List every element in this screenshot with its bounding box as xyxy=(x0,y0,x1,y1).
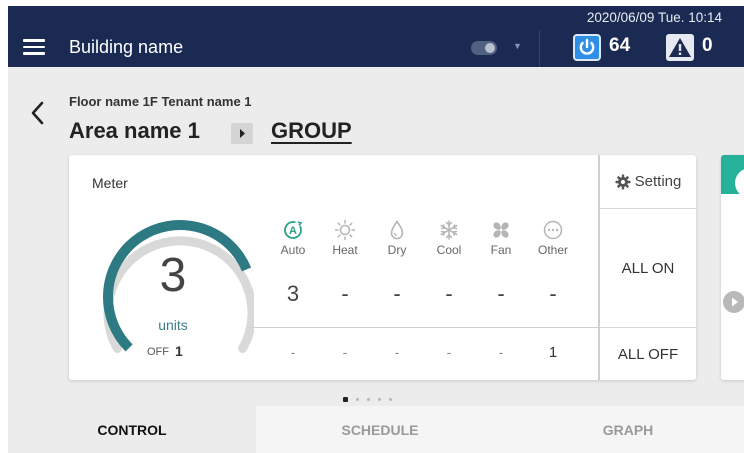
mode-label: Dry xyxy=(387,243,407,257)
mode-on-count: - xyxy=(341,281,349,306)
bottom-tabs: CONTROL SCHEDULE GRAPH xyxy=(8,406,744,453)
setting-button[interactable]: Setting xyxy=(600,155,696,208)
mode-dry: Dry xyxy=(374,219,420,257)
gear-icon xyxy=(615,174,631,189)
next-card-preview[interactable] xyxy=(721,155,744,380)
meter-title: Meter xyxy=(92,175,128,191)
header-divider xyxy=(539,30,540,67)
mode-label: Auto xyxy=(280,243,306,257)
power-icon[interactable] xyxy=(573,34,601,61)
datetime-display: 2020/06/09 Tue. 10:14 xyxy=(586,10,722,25)
chevron-down-icon[interactable]: ▼ xyxy=(513,41,522,51)
mode-label: Cool xyxy=(436,243,462,257)
building-name: Building name xyxy=(69,37,184,57)
mode-off-count: - xyxy=(290,344,296,360)
warning-icon[interactable] xyxy=(666,34,694,61)
page-dot[interactable] xyxy=(343,396,348,402)
app-window: 2020/06/09 Tue. 10:14 Building name ▼ 64… xyxy=(8,6,744,453)
caret-right-icon[interactable] xyxy=(231,123,253,144)
mode-fan: Fan xyxy=(478,219,524,257)
tab-control[interactable]: CONTROL xyxy=(8,406,256,453)
mode-on-count: 3 xyxy=(286,281,300,306)
display-toggle[interactable] xyxy=(471,41,497,55)
top-header: 2020/06/09 Tue. 10:14 Building name ▼ 64… xyxy=(8,6,744,67)
page-dot[interactable] xyxy=(367,397,370,401)
page-dot[interactable] xyxy=(356,397,359,401)
power-on-count: 64 xyxy=(609,35,631,56)
mode-on-count: - xyxy=(445,281,453,306)
setting-label: Setting xyxy=(634,173,682,190)
off-count: 1 xyxy=(175,343,183,359)
meter-card: Meter 3 units OFF 1 A Auto Heat Dry Cool… xyxy=(69,155,696,380)
mode-cool: Cool xyxy=(426,219,472,257)
alert-count: 0 xyxy=(702,35,713,56)
row-divider xyxy=(249,327,598,328)
svg-text:A: A xyxy=(289,225,297,237)
back-chevron-icon[interactable] xyxy=(29,100,47,126)
page-dot[interactable] xyxy=(378,397,381,401)
tab-schedule[interactable]: SCHEDULE xyxy=(256,406,504,453)
mode-heat: Heat xyxy=(322,219,368,257)
mode-auto: A Auto xyxy=(270,219,316,257)
next-card-header xyxy=(721,155,744,198)
mode-on-count: - xyxy=(393,281,401,306)
all-off-button[interactable]: ALL OFF xyxy=(600,328,696,380)
all-on-button[interactable]: ALL ON xyxy=(600,209,696,327)
fan-icon xyxy=(493,222,509,238)
mode-on-count: - xyxy=(549,281,557,306)
off-label: OFF xyxy=(147,346,169,358)
ellipsis-circle-icon xyxy=(543,220,563,240)
page-dot[interactable] xyxy=(389,397,392,401)
area-name-title: Area name 1 xyxy=(69,118,200,143)
snowflake-icon xyxy=(440,220,458,240)
sun-icon xyxy=(334,219,356,241)
mode-off-count: - xyxy=(446,344,452,360)
auto-mode-icon: A xyxy=(284,221,303,239)
mode-off-count: - xyxy=(342,344,348,360)
mode-label: Heat xyxy=(332,243,358,257)
floor-tenant-label: Floor name 1F Tenant name 1 xyxy=(69,94,252,109)
units-label: units xyxy=(158,317,188,333)
page-indicator xyxy=(343,396,392,402)
mode-other: Other xyxy=(530,219,576,257)
droplet-icon xyxy=(390,220,404,240)
tab-graph[interactable]: GRAPH xyxy=(504,406,744,453)
mode-label: Fan xyxy=(490,243,512,257)
units-count: 3 xyxy=(159,249,187,302)
mode-off-count: - xyxy=(394,344,400,360)
card-actions: Setting ALL ON ALL OFF xyxy=(598,155,696,380)
play-icon[interactable] xyxy=(723,291,744,313)
mode-label: Other xyxy=(537,243,568,257)
group-link[interactable]: GROUP xyxy=(271,118,352,144)
mode-off-count: 1 xyxy=(548,344,558,361)
mode-on-count: - xyxy=(497,281,505,306)
mode-off-count: - xyxy=(498,344,504,360)
hamburger-menu-icon[interactable] xyxy=(23,39,45,55)
